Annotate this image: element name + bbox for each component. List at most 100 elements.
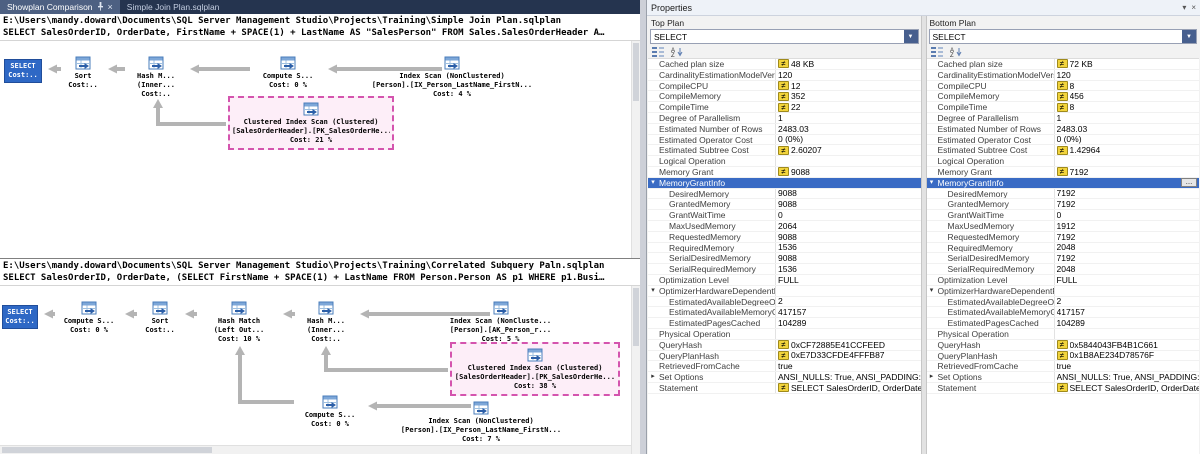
plan-node-clustered-index-scan-highlighted[interactable]: Clustered Index Scan (Clustered)[SalesOr… [228, 96, 394, 150]
property-row-estimated-number-of-rows[interactable]: Estimated Number of Rows2483.03 [927, 124, 1200, 135]
property-row-optimizerhardwaredependentprope[interactable]: ▾OptimizerHardwareDependentPrope [927, 286, 1200, 297]
property-row-statement[interactable]: Statement≠SELECT SalesOrderID, OrderDate… [927, 383, 1200, 394]
property-row-set-options[interactable]: ▸Set OptionsANSI_NULLS: True, ANSI_PADDI… [927, 372, 1200, 383]
property-row-queryplanhash[interactable]: QueryPlanHash≠0x1B8AE234D78576F [927, 351, 1200, 362]
expand-icon[interactable]: ▸ [648, 372, 658, 382]
collapse-icon[interactable]: ▾ [648, 286, 658, 296]
property-row-compilecpu[interactable]: CompileCPU≠12 [648, 81, 921, 92]
property-row-set-options[interactable]: ▸Set OptionsANSI_NULLS: True, ANSI_PADDI… [648, 372, 921, 383]
tab-simple-join-plan[interactable]: Simple Join Plan.sqlplan [120, 0, 227, 14]
property-row-requestedmemory[interactable]: RequestedMemory7192 [927, 232, 1200, 243]
property-row-serialdesiredmemory[interactable]: SerialDesiredMemory7192 [927, 253, 1200, 264]
property-row-estimated-subtree-cost[interactable]: Estimated Subtree Cost≠1.42964 [927, 145, 1200, 156]
property-row-desiredmemory[interactable]: DesiredMemory7192 [927, 189, 1200, 200]
property-row-estimated-operator-cost[interactable]: Estimated Operator Cost0 (0%) [648, 135, 921, 146]
expand-icon[interactable]: ▸ [927, 372, 937, 382]
plan-node-index-scan[interactable]: Index Scan (NonClustered)[Person].[IX_Pe… [352, 55, 552, 99]
property-row-queryhash[interactable]: QueryHash≠0xCF72885E41CCFEED [648, 340, 921, 351]
chevron-down-icon[interactable]: ▼ [1182, 30, 1196, 43]
horizontal-scrollbar[interactable] [0, 445, 631, 454]
property-row-optimization-level[interactable]: Optimization LevelFULL [648, 275, 921, 286]
property-row-statement[interactable]: Statement≠SELECT SalesOrderID, OrderDate… [648, 383, 921, 394]
plan-node-index-scan-ix[interactable]: Index Scan (NonClustered)[Person].[IX_Pe… [396, 400, 566, 444]
property-row-compiletime[interactable]: CompileTime≠8 [927, 102, 1200, 113]
property-row-grantedmemory[interactable]: GrantedMemory7192 [927, 199, 1200, 210]
property-row-requiredmemory[interactable]: RequiredMemory2048 [927, 243, 1200, 254]
property-row-desiredmemory[interactable]: DesiredMemory9088 [648, 189, 921, 200]
categorized-button[interactable] [929, 47, 945, 58]
collapse-icon[interactable]: ▾ [927, 286, 937, 296]
scrollbar-thumb[interactable] [2, 447, 212, 453]
plan-node-sort[interactable]: SortCost:.. [138, 300, 182, 335]
collapse-icon[interactable]: ▾ [927, 178, 937, 188]
property-row-retrievedfromcache[interactable]: RetrievedFromCachetrue [648, 361, 921, 372]
property-row-estimated-number-of-rows[interactable]: Estimated Number of Rows2483.03 [648, 124, 921, 135]
ellipsis-button[interactable]: … [1181, 178, 1197, 187]
plan-node-sort[interactable]: SortCost:.. [62, 55, 104, 90]
property-row-estimatedpagescached[interactable]: EstimatedPagesCached104289 [648, 318, 921, 329]
property-row-memorygrantinfo[interactable]: ▾MemoryGrantInfo… [927, 178, 1200, 189]
property-row-degree-of-parallelism[interactable]: Degree of Parallelism1 [927, 113, 1200, 124]
plan-node-hash-match-left-outer[interactable]: Hash Match(Left Out...Cost: 10 % [198, 300, 280, 344]
property-row-requiredmemory[interactable]: RequiredMemory1536 [648, 243, 921, 254]
property-row-logical-operation[interactable]: Logical Operation [927, 156, 1200, 167]
property-row-compilememory[interactable]: CompileMemory≠456 [927, 91, 1200, 102]
property-row-optimization-level[interactable]: Optimization LevelFULL [927, 275, 1200, 286]
property-row-grantedmemory[interactable]: GrantedMemory9088 [648, 199, 921, 210]
property-row-cardinalityestimationmodelversion[interactable]: CardinalityEstimationModelVersion120 [648, 70, 921, 81]
plan-node-select[interactable]: SELECTCost:.. [4, 59, 42, 83]
property-row-estimated-operator-cost[interactable]: Estimated Operator Cost0 (0%) [927, 135, 1200, 146]
property-row-compilecpu[interactable]: CompileCPU≠8 [927, 81, 1200, 92]
property-row-cardinalityestimationmodelversion[interactable]: CardinalityEstimationModelVersion120 [927, 70, 1200, 81]
property-row-serialdesiredmemory[interactable]: SerialDesiredMemory9088 [648, 253, 921, 264]
property-row-maxusedmemory[interactable]: MaxUsedMemory1912 [927, 221, 1200, 232]
property-row-physical-operation[interactable]: Physical Operation [927, 329, 1200, 340]
property-row-memory-grant[interactable]: Memory Grant≠9088 [648, 167, 921, 178]
close-icon[interactable]: × [1191, 4, 1196, 12]
property-row-maxusedmemory[interactable]: MaxUsedMemory2064 [648, 221, 921, 232]
property-row-cached-plan-size[interactable]: Cached plan size≠72 KB [927, 59, 1200, 70]
property-row-physical-operation[interactable]: Physical Operation [648, 329, 921, 340]
alphabetical-sort-button[interactable]: AZ [948, 47, 964, 58]
property-row-estimatedavailablememorygrant[interactable]: EstimatedAvailableMemoryGrant417157 [648, 307, 921, 318]
categorized-button[interactable] [650, 47, 666, 58]
property-row-optimizerhardwaredependentprope[interactable]: ▾OptimizerHardwareDependentPrope [648, 286, 921, 297]
vertical-scrollbar[interactable] [631, 286, 640, 454]
collapse-icon[interactable]: ▾ [648, 178, 658, 188]
tab-showplan-comparison[interactable]: Showplan Comparison × [0, 0, 120, 14]
property-row-estimatedavailablememorygrant[interactable]: EstimatedAvailableMemoryGrant417157 [927, 307, 1200, 318]
property-row-estimated-subtree-cost[interactable]: Estimated Subtree Cost≠2.60207 [648, 145, 921, 156]
window-position-icon[interactable]: ▾ [1182, 4, 1186, 12]
plan-node-compute-scalar[interactable]: Compute S...Cost: 0 % [252, 55, 324, 90]
plan-node-compute-scalar-2[interactable]: Compute S...Cost: 0 % [296, 394, 364, 429]
property-row-queryplanhash[interactable]: QueryPlanHash≠0xE7D33CFDE4FFFB87 [648, 351, 921, 362]
property-row-degree-of-parallelism[interactable]: Degree of Parallelism1 [648, 113, 921, 124]
plan-node-clustered-index-scan-highlighted[interactable]: Clustered Index Scan (Clustered)[SalesOr… [450, 342, 620, 396]
vertical-scrollbar[interactable] [631, 41, 640, 258]
property-row-retrievedfromcache[interactable]: RetrievedFromCachetrue [927, 361, 1200, 372]
property-row-logical-operation[interactable]: Logical Operation [648, 156, 921, 167]
top-plan-node-selector[interactable]: SELECT ▼ [650, 29, 919, 44]
scrollbar-thumb[interactable] [633, 288, 639, 346]
plan-node-index-scan-ak[interactable]: Index Scan (NonCluste...[Person].[AK_Per… [408, 300, 593, 344]
property-row-serialrequiredmemory[interactable]: SerialRequiredMemory1536 [648, 264, 921, 275]
plan-node-hash-match-inner[interactable]: Hash M...(Inner...Cost:.. [296, 300, 356, 344]
plan-node-compute-scalar[interactable]: Compute S...Cost: 0 % [56, 300, 122, 335]
close-icon[interactable]: × [108, 3, 113, 12]
property-row-compiletime[interactable]: CompileTime≠22 [648, 102, 921, 113]
property-row-memorygrantinfo[interactable]: ▾MemoryGrantInfo [648, 178, 921, 189]
scrollbar-thumb[interactable] [633, 43, 639, 101]
property-row-compilememory[interactable]: CompileMemory≠352 [648, 91, 921, 102]
property-row-grantwaittime[interactable]: GrantWaitTime0 [927, 210, 1200, 221]
property-row-serialrequiredmemory[interactable]: SerialRequiredMemory2048 [927, 264, 1200, 275]
plan-node-hash-match[interactable]: Hash M...(Inner...Cost:.. [126, 55, 186, 99]
property-row-estimatedavailabledegreeofpar[interactable]: EstimatedAvailableDegreeOfPar2 [927, 297, 1200, 308]
property-row-estimatedpagescached[interactable]: EstimatedPagesCached104289 [927, 318, 1200, 329]
chevron-down-icon[interactable]: ▼ [904, 30, 918, 43]
property-row-grantwaittime[interactable]: GrantWaitTime0 [648, 210, 921, 221]
pin-icon[interactable] [97, 2, 104, 13]
plan-node-select[interactable]: SELECTCost:.. [2, 305, 38, 329]
property-row-cached-plan-size[interactable]: Cached plan size≠48 KB [648, 59, 921, 70]
property-row-estimatedavailabledegreeofpar[interactable]: EstimatedAvailableDegreeOfPar2 [648, 297, 921, 308]
property-row-queryhash[interactable]: QueryHash≠0x5844043FB4B1C661 [927, 340, 1200, 351]
